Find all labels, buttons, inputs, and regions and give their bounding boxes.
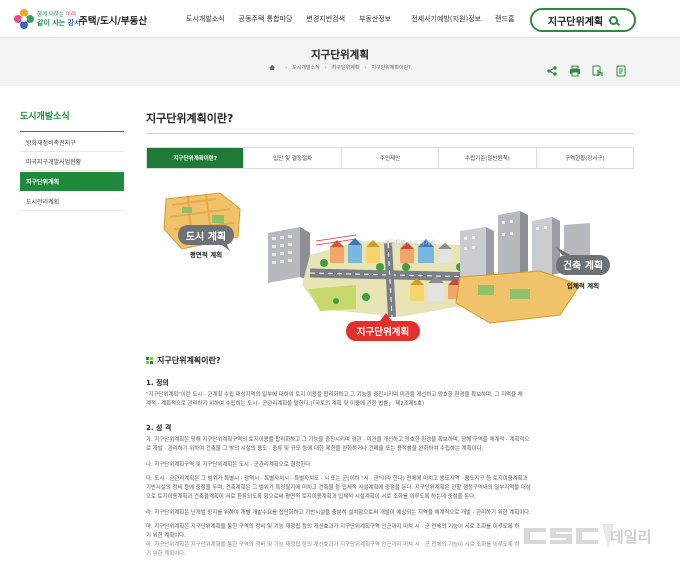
logo-flower-icon bbox=[14, 9, 34, 29]
character-item-na: 나. 지구단위계획구역 및 지구단위계획은 도시 · 군관리계획으로 결정한다. bbox=[146, 462, 312, 468]
right-plan-parcel bbox=[455, 270, 581, 324]
building-plan-subtitle: 입체적 계획 bbox=[567, 281, 599, 290]
urban-plan-subtitle: 평면적 계획 bbox=[190, 250, 222, 259]
content-title: 지구단위계획이란? bbox=[146, 112, 234, 125]
gnb-item-real-estate[interactable]: 부동산정보 bbox=[359, 14, 391, 24]
site-header: 함께 더하는 미래 같이 사는 강서 주택/도시/부동산 도시개발소식 공동주택… bbox=[0, 0, 680, 38]
section-title: 지구단위계획이란? bbox=[146, 355, 221, 366]
urban-plan-title: 도시 계획 bbox=[186, 230, 226, 243]
character-item-ra: 라. 지구단위계획은 난개발 방지를 위하여 개별 개발수요를 집단화하고 기반… bbox=[146, 510, 531, 516]
heading-character: 2. 성 격 bbox=[146, 424, 172, 432]
district-plan-title: 지구단위계획 bbox=[357, 326, 409, 338]
tab-resident-proposal[interactable]: 주민제안 bbox=[340, 148, 439, 168]
title-band bbox=[0, 38, 680, 86]
bookmark-icon[interactable] bbox=[614, 64, 628, 78]
sidebar-divider bbox=[20, 131, 124, 132]
illustration-watermark: 서울특별시 도시계획 bbox=[384, 239, 436, 247]
sidebar-item-district-plan[interactable]: 지구단위계획 bbox=[20, 172, 124, 191]
site-name[interactable]: 주택/도시/부동산 bbox=[79, 13, 147, 27]
district-plan-illustration: 도시 계획 평면적 계획 지구단위계획 건축 계획 입체적 계획 서울특별시 도… bbox=[160, 185, 620, 350]
touch-icon[interactable] bbox=[591, 64, 605, 78]
content-tabs: 지구단위계획이란? 입안 및 결정절차 주민제안 수립기준(일반원칙) 구역현황… bbox=[146, 147, 634, 169]
definition-text: "지구단위계획"이란 도시 · 군계획 수립 대상지역의 일부에 대하여 토지 … bbox=[146, 392, 523, 407]
tab-status[interactable]: 구역현황(강서구) bbox=[535, 148, 634, 168]
breadcrumb-item-current: 지구단위계획이란? bbox=[371, 65, 411, 71]
tab-procedure[interactable]: 입안 및 결정절차 bbox=[243, 148, 341, 168]
sidebar-item-urban-management[interactable]: 도시관리계획 bbox=[20, 192, 124, 211]
sidebar-title: 도시개발소식 bbox=[20, 112, 70, 122]
tab-what-is[interactable]: 지구단위계획이란? bbox=[147, 148, 244, 168]
breadcrumb-item[interactable]: 도시개발소식 bbox=[292, 64, 320, 71]
left-apartment-buildings bbox=[268, 227, 310, 283]
share-icon[interactable] bbox=[545, 64, 559, 78]
home-icon[interactable] bbox=[269, 65, 276, 70]
search-button-label: 지구단위계획 bbox=[547, 16, 604, 28]
gnb-item-lot-search[interactable]: 변경지번검색 bbox=[306, 14, 345, 24]
global-nav: 도시개발소식 공동주택 통합마당 변경지번검색 부동산정보 전세사기예방(지원)… bbox=[186, 14, 528, 24]
character-item-da: 다. 도시 · 군관리계획은 그 범위가 특별시 · 광역시 · 특별자치시 ·… bbox=[146, 476, 531, 500]
page-title: 지구단위계획 bbox=[311, 49, 369, 61]
brand-logo-mark bbox=[524, 524, 614, 548]
gnb-item-apartment[interactable]: 공동주택 통합마당 bbox=[239, 14, 293, 24]
character-item-ga: 가. 지구단위계획은 당해 지구단위계획구역의 토지이용을 합리화하고 그 기능… bbox=[146, 437, 530, 452]
sidebar-item-magok[interactable]: 마곡지구개발사업현황 bbox=[20, 152, 124, 171]
search-icon bbox=[609, 15, 619, 25]
print-icon[interactable] bbox=[568, 64, 582, 78]
page-tools bbox=[545, 64, 637, 78]
heading-definition: 1. 정의 bbox=[146, 379, 169, 387]
breadcrumb-item[interactable]: 지구단위계획 bbox=[332, 64, 360, 71]
brand-watermark-text: 데일리 bbox=[610, 527, 652, 546]
brand-watermark: 데일리 bbox=[520, 518, 670, 554]
search-button[interactable]: 지구단위계획 bbox=[530, 8, 636, 32]
building-plan-title: 건축 계획 bbox=[563, 259, 603, 272]
gnb-item-landhome[interactable]: 랜드홈 bbox=[495, 14, 514, 24]
sidebar-item-banghwa[interactable]: 방화재정비촉진지구 bbox=[20, 133, 124, 152]
gnb-item-jeonse[interactable]: 전세사기예방(지원)정보 bbox=[411, 14, 481, 24]
gangseo-logo[interactable]: 함께 더하는 미래 같이 사는 강서 bbox=[14, 9, 81, 29]
gnb-item-city-news[interactable]: 도시개발소식 bbox=[186, 14, 225, 24]
section-bullet-icon bbox=[146, 357, 153, 364]
tab-standards[interactable]: 수립기준(일반원칙) bbox=[438, 148, 536, 168]
logo-slogan: 함께 더하는 미래 같이 사는 강서 bbox=[37, 12, 81, 27]
content-divider bbox=[146, 133, 634, 134]
